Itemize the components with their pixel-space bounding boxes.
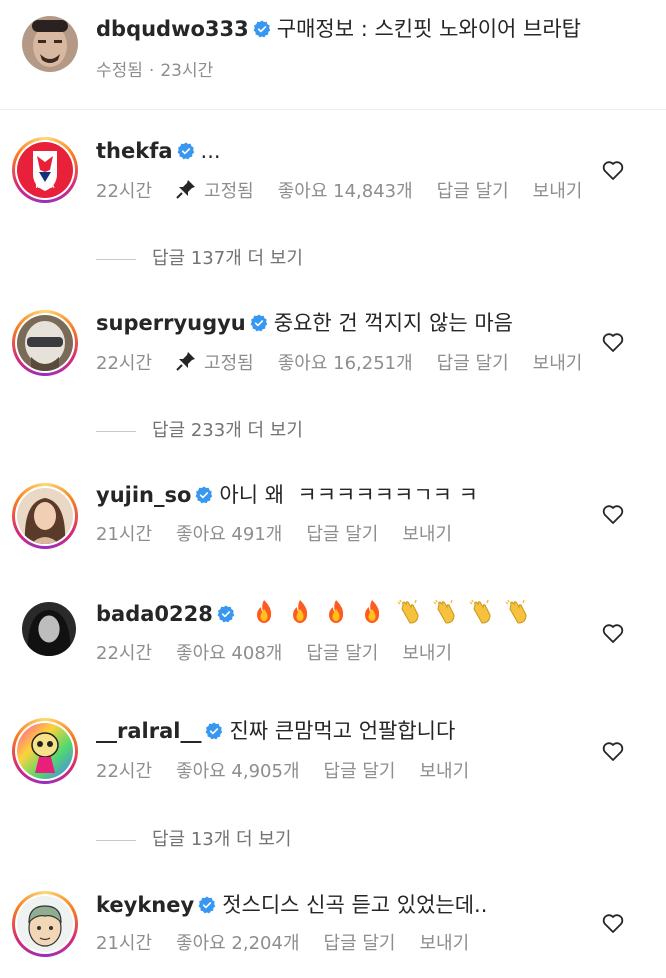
comment-time: 22시간 [96,643,153,664]
comment-username[interactable]: bada0228 [96,602,213,626]
avatar[interactable] [22,16,78,72]
fire-emoji-icon [364,600,379,623]
comment-meta: 22시간 좋아요 4,905개 답글 달기 보내기 [96,760,469,784]
comment-time: 21시간 [96,524,153,545]
reply-button[interactable]: 답글 달기 [306,524,378,545]
comment-meta: 22시간 고정됨 좋아요 16,251개 답글 달기 보내기 [96,351,582,376]
view-replies-label: 답글 13개 더 보기 [152,829,292,850]
comment-username[interactable]: yujin_so [96,483,191,507]
verified-badge-icon [196,486,213,504]
comment-text: 아니 왜 ㅋㅋㅋㅋㅋㅋㄱㅋ ㅋ [219,483,478,507]
replies-dash [96,258,136,260]
pin-icon [176,180,196,199]
edited-label: 수정됨 [96,61,143,81]
view-replies-label: 답글 137개 더 보기 [152,248,303,269]
comment-line: __ralral__ 진짜 큰맘먹고 언팔합니다 [96,717,455,745]
reply-button[interactable]: 답글 달기 [324,933,396,954]
reply-button[interactable]: 답글 달기 [437,353,509,374]
comment-line: thekfa... [96,137,221,165]
verified-badge-icon [217,605,235,623]
comment-line: keykney 젓스디스 신곡 듣고 있었는데.. [96,891,487,919]
verified-badge-icon [253,20,270,38]
like-heart-icon[interactable] [601,330,625,354]
post-caption: 구매정보 : 스킨핏 노와이어 브라탑 [276,17,582,41]
post-time: 23시간 [160,61,214,81]
comment-emojis [245,599,528,626]
meta-separator: · [148,61,155,81]
avatar[interactable] [17,488,73,544]
likes-count[interactable]: 좋아요 4,905개 [176,761,300,782]
comment-username[interactable]: superryugyu [96,311,246,335]
post-meta: 수정됨 · 23시간 [96,59,237,83]
like-heart-icon[interactable] [601,621,625,645]
comment-username[interactable]: __ralral__ [96,719,201,743]
comment-time: 22시간 [96,353,153,374]
comment-time: 21시간 [96,933,153,954]
send-button[interactable]: 보내기 [402,643,452,664]
fire-emoji-icon [292,600,307,623]
comment-text: 진짜 큰맘먹고 언팔합니다 [229,719,456,743]
fire-emoji-icon [256,600,271,623]
comment-text: 중요한 건 꺽지지 않는 마음 [273,311,513,335]
like-heart-icon[interactable] [601,502,625,526]
comment-text: 젓스디스 신곡 듣고 있었는데.. [222,893,488,917]
view-replies-label: 답글 233개 더 보기 [152,420,303,441]
pin-icon [176,352,196,371]
verified-badge-icon [177,142,194,160]
view-replies-button[interactable]: 답글 13개 더 보기 [96,825,291,851]
avatar[interactable] [22,602,76,656]
likes-count[interactable]: 좋아요 2,204개 [176,933,300,954]
post-username[interactable]: dbqudwo333 [96,17,249,41]
comment-time: 22시간 [96,181,153,202]
comment-meta: 22시간 좋아요 408개 답글 달기 보내기 [96,642,452,666]
reply-button[interactable]: 답글 달기 [437,181,509,202]
comment-username[interactable]: keykney [96,893,194,917]
likes-count[interactable]: 좋아요 491개 [176,524,282,545]
post-caption-line: dbqudwo333 구매정보 : 스킨핏 노와이어 브라탑 [96,15,581,43]
verified-badge-icon [198,896,216,914]
replies-dash [96,430,136,432]
clap-emoji-icon [505,599,527,624]
likes-count[interactable]: 좋아요 14,843개 [278,181,413,202]
verified-badge-icon [206,722,223,740]
fire-emoji-icon [328,600,343,623]
send-button[interactable]: 보내기 [533,181,583,202]
avatar[interactable]: KOREA [17,142,73,198]
reply-button[interactable]: 답글 달기 [324,761,396,782]
like-heart-icon[interactable] [601,739,625,763]
verified-badge-icon [250,314,267,332]
comment-time: 22시간 [96,761,153,782]
pinned-label: 고정됨 [176,352,254,374]
comment-text: ... [200,139,221,163]
like-heart-icon[interactable] [601,911,625,935]
comment-line: superryugyu 중요한 건 꺽지지 않는 마음 [96,309,513,337]
clap-emoji-icon [397,599,419,624]
likes-count[interactable]: 좋아요 408개 [176,643,282,664]
avatar[interactable] [17,315,73,371]
comment-username[interactable]: thekfa [96,139,173,163]
send-button[interactable]: 보내기 [533,353,583,374]
reply-button[interactable]: 답글 달기 [306,643,378,664]
send-button[interactable]: 보내기 [420,761,470,782]
clap-emoji-icon [469,599,491,624]
comment-meta: 22시간 고정됨 좋아요 14,843개 답글 달기 보내기 [96,179,582,204]
svg-text:KOREA: KOREA [35,184,54,190]
likes-count[interactable]: 좋아요 16,251개 [278,353,413,374]
clap-emoji-icon [433,599,455,624]
like-heart-icon[interactable] [601,158,625,182]
comment-meta: 21시간 좋아요 491개 답글 달기 보내기 [96,523,452,547]
comment-meta: 21시간 좋아요 2,204개 답글 달기 보내기 [96,932,469,956]
send-button[interactable]: 보내기 [402,524,452,545]
divider [0,109,666,110]
avatar[interactable] [17,896,73,952]
avatar[interactable] [17,723,73,779]
replies-dash [96,839,136,841]
comment-line: bada0228 [96,599,528,628]
comment-line: yujin_so 아니 왜 ㅋㅋㅋㅋㅋㅋㄱㅋ ㅋ [96,481,478,509]
view-replies-button[interactable]: 답글 137개 더 보기 [96,244,303,270]
view-replies-button[interactable]: 답글 233개 더 보기 [96,416,303,442]
send-button[interactable]: 보내기 [420,933,470,954]
pinned-label: 고정됨 [176,180,254,202]
